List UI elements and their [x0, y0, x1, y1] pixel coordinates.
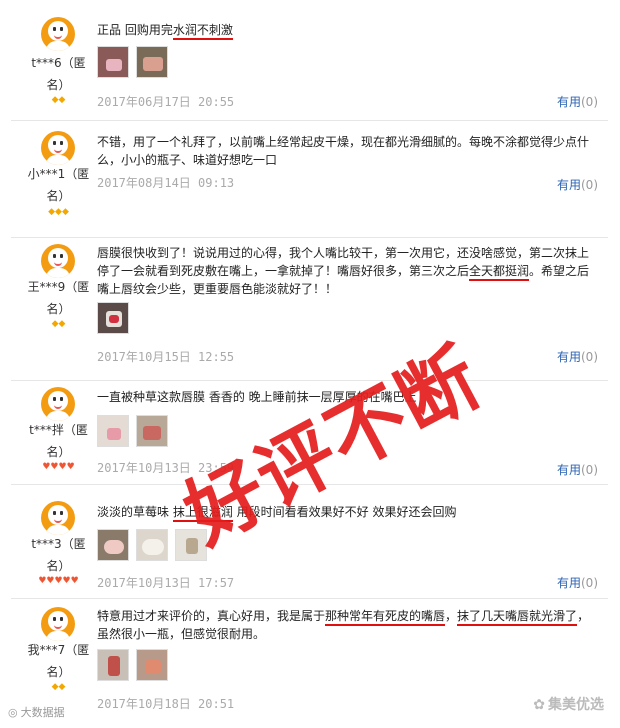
user-avatar[interactable] — [41, 501, 75, 535]
watermark-right: ✿ 集美优选 — [533, 697, 604, 713]
review-text: 正品 回购用完水润不刺激 — [97, 21, 600, 40]
review-item: t***6（匿 名） ◆◆ 正品 回购用完水润不刺激 2017年06月17日 20… — [11, 0, 608, 120]
user-avatar[interactable] — [41, 607, 75, 641]
weibo-icon: ◎ — [8, 706, 18, 719]
level-badge: ◆◆ — [51, 319, 66, 329]
review-date: 2017年10月13日 17:57 — [97, 576, 235, 590]
level-badge: ◆◆◆ — [48, 207, 69, 217]
wechat-icon: ✿ — [533, 697, 545, 713]
review-photo[interactable] — [136, 649, 168, 681]
review-text: 一直被种草这款唇膜 香香的 晚上睡前抹一层厚厚的在嘴巴上 — [97, 390, 417, 404]
level-badge: ◆◆ — [51, 682, 66, 692]
username: 王***9（匿 名） — [27, 280, 90, 316]
useful-button[interactable]: 有用(0) — [557, 348, 598, 365]
review-date: 2017年10月13日 23:59 — [97, 461, 235, 475]
review-text: 淡淡的草莓味 抹上很滋润 用段时间看看效果好不好 效果好还会回购 — [97, 503, 600, 522]
review-text: 不错，用了一个礼拜了，以前嘴上经常起皮干燥，现在都光滑细腻的。每晚不涂都觉得少点… — [97, 135, 590, 167]
username: t***拌（匿 名） — [29, 423, 88, 459]
user-avatar[interactable] — [41, 387, 75, 421]
review-item: 我***7（匿 名） ◆◆ 特意用过才来评价的，真心好用，我是属于那种常年有死皮的… — [11, 598, 608, 728]
useful-button[interactable]: 有用(0) — [557, 574, 598, 591]
review-photo[interactable] — [97, 529, 129, 561]
username: t***6（匿 名） — [31, 56, 86, 92]
review-item: t***拌（匿 名） ♥♥♥♥ 一直被种草这款唇膜 香香的 晚上睡前抹一层厚厚的在… — [11, 380, 608, 485]
review-text: 唇膜很快收到了！说说用过的心得，我个人嘴比较干，第一次用它，还没啥感觉，第二次抹… — [97, 246, 590, 296]
review-photo[interactable] — [136, 529, 168, 561]
watermark-left: ◎ 大数据据 — [8, 706, 65, 719]
level-badge: ♥♥♥♥ — [42, 462, 75, 472]
review-photo[interactable] — [97, 302, 129, 334]
useful-button[interactable]: 有用(0) — [557, 461, 598, 478]
review-item: t***3（匿 名） ♥♥♥♥♥ 淡淡的草莓味 抹上很滋润 用段时间看看效果好不好… — [11, 484, 608, 599]
level-badge: ♥♥♥♥♥ — [38, 576, 79, 586]
review-photo[interactable] — [97, 415, 129, 447]
username: 小***1（匿 名） — [27, 167, 90, 203]
useful-button[interactable]: 有用(0) — [557, 93, 598, 110]
user-avatar[interactable] — [41, 244, 75, 278]
review-date: 2017年10月18日 20:51 — [97, 697, 235, 711]
review-text: 特意用过才来评价的，真心好用，我是属于那种常年有死皮的嘴唇，抹了几天嘴唇就光滑了… — [97, 609, 590, 641]
review-date: 2017年06月17日 20:55 — [97, 95, 235, 109]
user-avatar[interactable] — [41, 131, 75, 165]
review-photo[interactable] — [136, 415, 168, 447]
review-photo[interactable] — [97, 649, 129, 681]
review-photo[interactable] — [97, 46, 129, 78]
user-avatar[interactable] — [41, 17, 75, 51]
review-item: 小***1（匿 名） ◆◆◆ 不错，用了一个礼拜了，以前嘴上经常起皮干燥，现在都光… — [11, 120, 608, 238]
review-photo[interactable] — [175, 529, 207, 561]
review-date: 2017年10月15日 12:55 — [97, 350, 235, 364]
review-photo[interactable] — [136, 46, 168, 78]
username: t***3（匿 名） — [31, 537, 86, 573]
useful-button[interactable]: 有用(0) — [557, 176, 598, 193]
review-date: 2017年08月14日 09:13 — [97, 176, 235, 190]
review-item: 王***9（匿 名） ◆◆ 唇膜很快收到了！说说用过的心得，我个人嘴比较干，第一次… — [11, 237, 608, 381]
level-badge: ◆◆ — [51, 95, 66, 105]
username: 我***7（匿 名） — [27, 643, 90, 679]
